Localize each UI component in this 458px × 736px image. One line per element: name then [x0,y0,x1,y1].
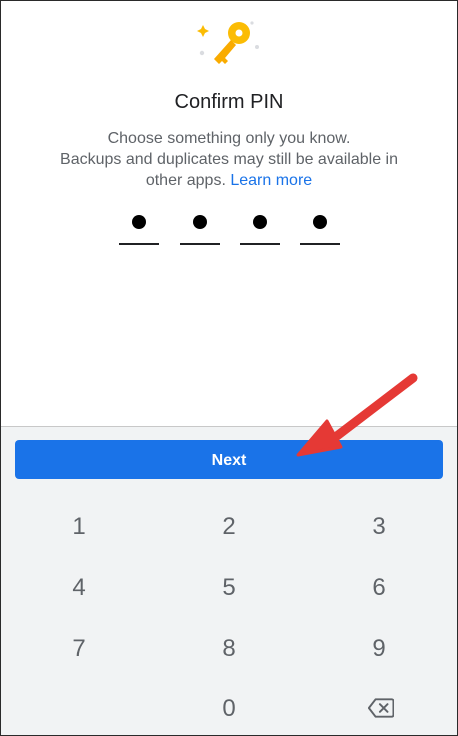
key-3[interactable]: 3 [304,497,454,557]
page-title: Confirm PIN [174,91,284,113]
description-line-2: Backups and duplicates may still be avai… [60,151,398,168]
keyboard-panel: Next 1 2 3 4 5 6 7 8 9 0 [1,427,457,735]
pin-underline-1 [119,243,159,245]
key-4[interactable]: 4 [4,558,154,618]
description-line-3: other apps. Learn more [31,170,427,191]
phone-screen: Confirm PIN Choose something only you kn… [0,0,458,736]
numeric-keypad: 1 2 3 4 5 6 7 8 9 0 [1,497,457,735]
pin-digit-3 [240,209,280,245]
pin-digits[interactable] [119,209,341,247]
pin-underline-2 [180,243,220,245]
pin-description: Choose something only you know. Backups … [31,128,427,191]
backspace-key[interactable] [304,679,454,735]
pin-underline-4 [300,243,340,245]
backspace-icon [368,698,394,718]
pin-dot-4 [313,215,327,229]
pin-digit-2 [180,209,220,245]
key-0[interactable]: 0 [154,679,304,735]
key-icon [197,21,259,64]
key-5[interactable]: 5 [154,558,304,618]
pin-dot-1 [132,215,146,229]
key-8[interactable]: 8 [154,619,304,679]
key-1[interactable]: 1 [4,497,154,557]
pin-entry-panel: Confirm PIN Choose something only you kn… [1,1,457,426]
pin-underline-3 [240,243,280,245]
key-6[interactable]: 6 [304,558,454,618]
pin-dot-3 [253,215,267,229]
pin-digit-1 [119,209,159,245]
next-button[interactable]: Next [15,440,443,479]
key-7[interactable]: 7 [4,619,154,679]
pin-dot-2 [193,215,207,229]
pin-digit-4 [300,209,340,245]
description-line-3-text: other apps. [145,172,226,189]
key-2[interactable]: 2 [154,497,304,557]
learn-more-link[interactable]: Learn more [230,172,312,189]
key-9[interactable]: 9 [304,619,454,679]
description-line-1: Choose something only you know. [107,130,351,147]
